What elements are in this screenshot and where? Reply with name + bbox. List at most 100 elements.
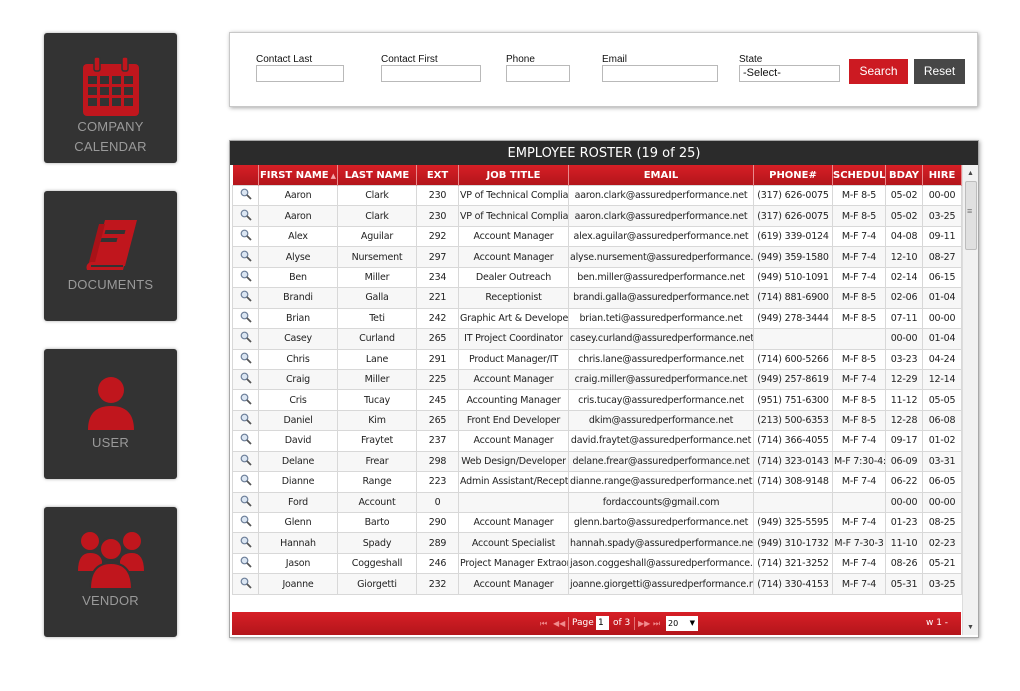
contact-first-input[interactable] xyxy=(381,65,481,82)
search-button[interactable]: Search xyxy=(849,59,908,84)
magnifier-icon[interactable] xyxy=(240,270,252,282)
table-row[interactable]: Delane Frear 298 Web Design/Developer delane… xyxy=(232,450,962,473)
tile-vendor[interactable]: VENDOR xyxy=(44,507,177,637)
magnifier-icon[interactable] xyxy=(240,331,252,343)
magnifier-icon[interactable] xyxy=(240,495,252,507)
cell-first-name: Casey xyxy=(258,328,338,350)
cell-last-name: Aguilar xyxy=(337,225,417,248)
table-row[interactable]: Brandi Galla 221 Receptionist brandi.galla@a… xyxy=(232,287,962,309)
table-row[interactable]: Cris Tucay 245 Accounting Manager cris.tucay… xyxy=(232,389,962,411)
magnifier-icon[interactable] xyxy=(240,188,252,200)
table-row[interactable]: Brian Teti 242 Graphic Art & Developer brian… xyxy=(232,307,962,330)
magnifier-icon[interactable] xyxy=(240,413,252,425)
view-record-cell[interactable] xyxy=(232,430,259,452)
tile-company-calendar[interactable]: COMPANY CALENDAR xyxy=(44,33,177,163)
cell-email: glenn.barto@assuredperformance.net xyxy=(568,511,754,534)
last-page-icon[interactable]: ⏭ xyxy=(653,612,660,635)
view-record-cell[interactable] xyxy=(232,450,259,473)
table-row[interactable]: Daniel Kim 265 Front End Developer dkim@assu… xyxy=(232,409,962,432)
col-header-job-title[interactable]: JOB TITLE xyxy=(458,165,569,186)
email-input[interactable] xyxy=(602,65,718,82)
first-page-icon[interactable]: ⏮ xyxy=(540,612,547,635)
magnifier-icon[interactable] xyxy=(240,290,252,303)
col-header-hire[interactable]: HIRE xyxy=(922,165,962,186)
tile-user[interactable]: USER xyxy=(44,349,177,479)
table-row[interactable]: Ben Miller 234 Dealer Outreach ben.miller@as… xyxy=(232,266,962,289)
table-row[interactable]: Alex Aguilar 292 Account Manager alex.aguila… xyxy=(232,225,962,248)
table-row[interactable]: AaronClark230VP of Technical Compliancea… xyxy=(232,205,962,227)
view-record-cell[interactable] xyxy=(232,307,259,330)
view-record-cell[interactable] xyxy=(232,389,259,411)
state-select[interactable]: -Select- xyxy=(739,65,840,82)
cell-phone: (949) 257-8619 xyxy=(753,368,833,391)
magnifier-icon[interactable] xyxy=(240,474,252,486)
contact-last-input[interactable] xyxy=(256,65,344,82)
reset-button[interactable]: Reset xyxy=(914,59,965,84)
col-header-first-name[interactable]: FIRST NAME ▲ xyxy=(258,165,338,186)
view-record-cell[interactable] xyxy=(232,348,259,370)
table-row[interactable]: Glenn Barto 290 Account Manager glenn.barto@… xyxy=(232,511,962,534)
magnifier-icon[interactable] xyxy=(240,515,252,527)
table-row[interactable]: DianneRange223Admin Assistant/Receptioni… xyxy=(232,471,962,493)
view-record-cell[interactable] xyxy=(232,511,259,534)
table-row[interactable]: AaronClark230VP of Technical Compliancea… xyxy=(232,184,962,207)
page-size-select[interactable]: 20 ▼ xyxy=(666,616,698,631)
magnifier-icon[interactable] xyxy=(240,536,252,548)
view-record-cell[interactable] xyxy=(232,184,259,207)
magnifier-icon[interactable] xyxy=(240,393,252,405)
view-record-cell[interactable] xyxy=(232,328,259,350)
page-number-input[interactable]: 1 xyxy=(596,616,609,630)
scroll-down-arrow-icon[interactable]: ▼ xyxy=(963,621,978,635)
table-row[interactable]: Joanne Giorgetti 232 Account Manager joanne.… xyxy=(232,573,962,595)
view-record-cell[interactable] xyxy=(232,368,259,391)
magnifier-icon[interactable] xyxy=(240,372,252,384)
magnifier-icon[interactable] xyxy=(240,454,252,466)
cell-bday: 07-11 xyxy=(885,307,923,330)
view-record-cell[interactable] xyxy=(232,573,259,595)
table-row[interactable]: Chris Lane 291 Product Manager/IT chris.lane… xyxy=(232,348,962,370)
scroll-up-arrow-icon[interactable]: ▲ xyxy=(963,167,978,181)
table-row[interactable]: Alyse Nursement 297 Account Manager alyse.nu… xyxy=(232,246,962,268)
view-record-cell[interactable] xyxy=(232,409,259,432)
magnifier-icon[interactable] xyxy=(240,229,252,241)
col-header-email[interactable]: EMAIL xyxy=(568,165,754,186)
table-row[interactable]: David Fraytet 237 Account Manager david.fray… xyxy=(232,430,962,452)
cell-email: ben.miller@assuredperformance.net xyxy=(568,266,754,289)
table-row[interactable]: Casey Curland 265 IT Project Coordinator cas… xyxy=(232,328,962,350)
magnifier-icon[interactable] xyxy=(240,209,252,221)
magnifier-icon[interactable] xyxy=(240,311,252,323)
col-header-phone[interactable]: PHONE# xyxy=(753,165,833,186)
view-record-cell[interactable] xyxy=(232,205,259,227)
table-row[interactable]: Jason Coggeshall 246 Project Manager Extrao… xyxy=(232,552,962,575)
magnifier-icon[interactable] xyxy=(240,250,252,262)
view-record-cell[interactable] xyxy=(232,532,259,554)
phone-input[interactable] xyxy=(506,65,570,82)
vertical-scrollbar[interactable]: ▲ ▼ xyxy=(962,165,978,635)
view-record-cell[interactable] xyxy=(232,552,259,575)
prev-page-icon[interactable]: ◀◀ xyxy=(553,612,565,635)
col-header-last-name[interactable]: LAST NAME xyxy=(337,165,417,186)
cell-email: dkim@assuredperformance.net xyxy=(568,409,754,432)
view-record-cell[interactable] xyxy=(232,266,259,289)
col-header-schedule[interactable]: SCHEDULE xyxy=(832,165,886,186)
state-label: State xyxy=(739,54,763,65)
cell-email: jason.coggeshall@assuredperformance.net xyxy=(568,552,754,575)
cell-bday: 11-12 xyxy=(885,389,923,411)
magnifier-icon[interactable] xyxy=(240,433,252,446)
table-row[interactable]: Craig Miller 225 Account Manager craig.mille… xyxy=(232,368,962,391)
tile-documents[interactable]: DOCUMENTS xyxy=(44,191,177,321)
view-record-cell[interactable] xyxy=(232,491,259,514)
view-record-cell[interactable] xyxy=(232,225,259,248)
col-header-ext[interactable]: EXT xyxy=(416,165,459,186)
next-page-icon[interactable]: ▶▶ xyxy=(638,612,650,635)
view-record-cell[interactable] xyxy=(232,246,259,268)
magnifier-icon[interactable] xyxy=(240,352,252,364)
scroll-thumb[interactable] xyxy=(965,181,977,250)
magnifier-icon[interactable] xyxy=(240,577,252,589)
view-record-cell[interactable] xyxy=(232,287,259,309)
magnifier-icon[interactable] xyxy=(240,556,252,568)
view-record-cell[interactable] xyxy=(232,471,259,493)
col-header-bday[interactable]: BDAY xyxy=(885,165,923,186)
table-row[interactable]: Hannah Spady 289 Account Specialist hannah.s… xyxy=(232,532,962,554)
table-row[interactable]: Ford Account 0 fordaccounts@gmail.com 00-00 0… xyxy=(232,491,962,514)
